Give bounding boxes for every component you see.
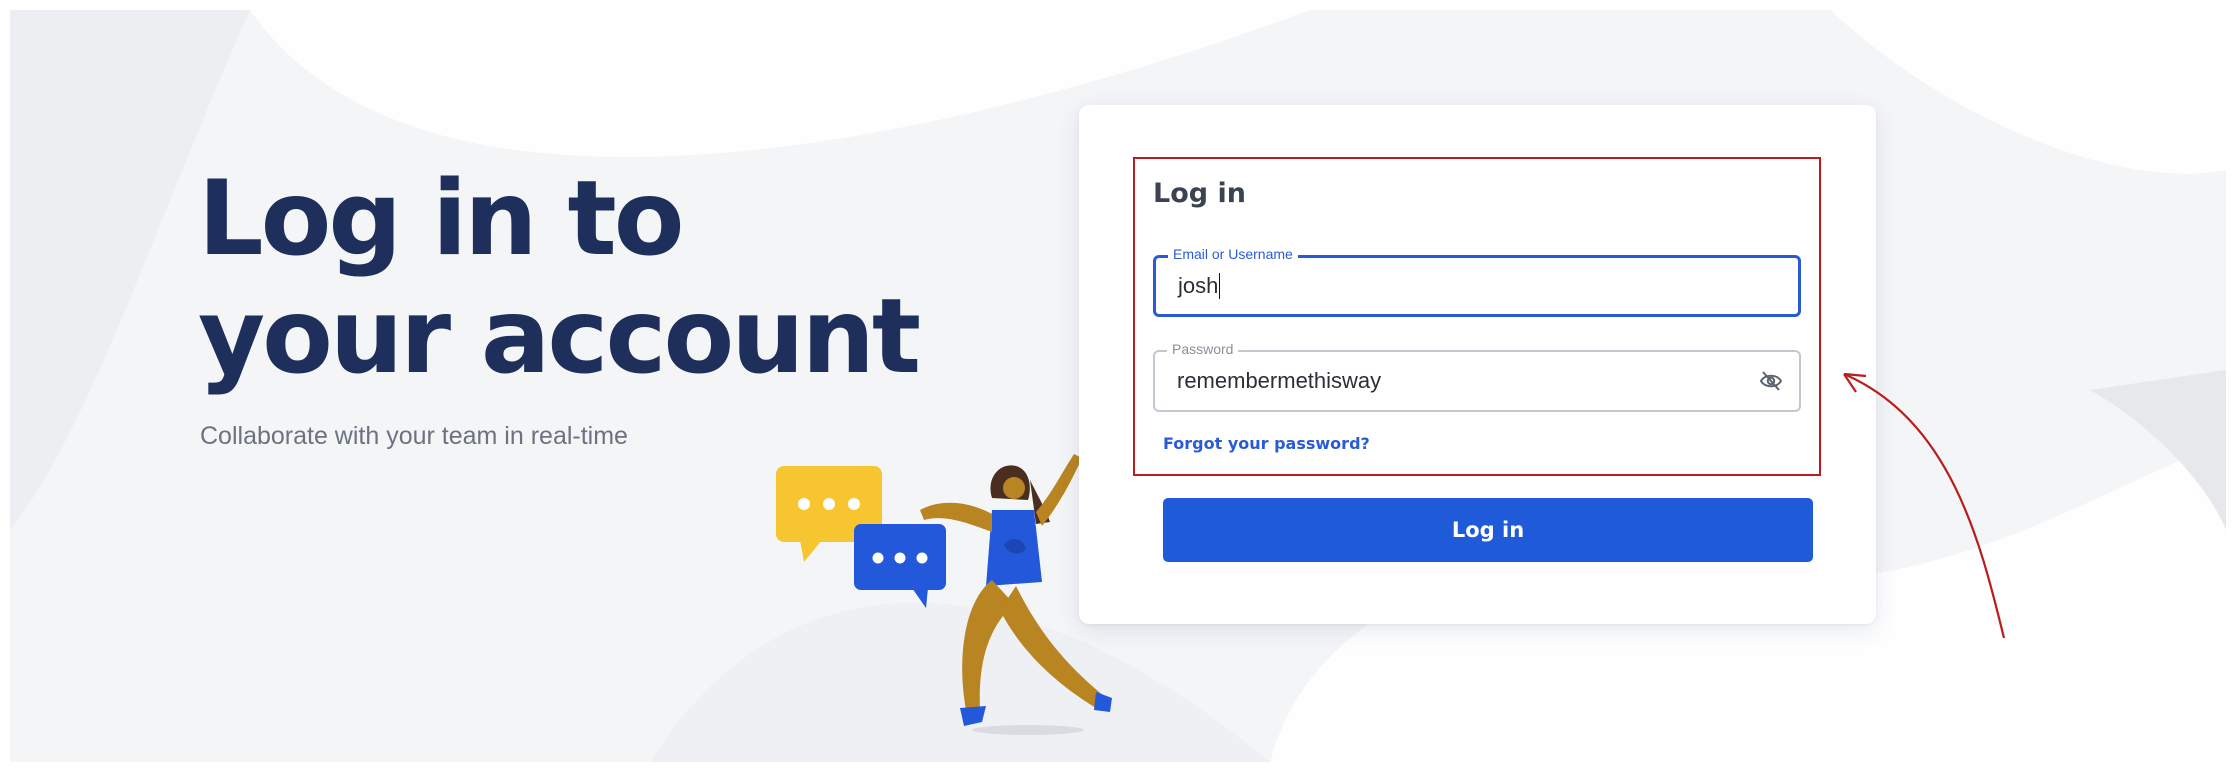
hero-subtitle: Collaborate with your team in real-time	[200, 422, 628, 450]
email-field[interactable]: Email or Username josh	[1153, 246, 1801, 317]
hero-title-line-1: Log in to	[198, 159, 684, 279]
hero-title: Log in to your account	[198, 159, 921, 397]
text-caret	[1219, 273, 1221, 299]
password-field[interactable]: Password remembermethisway	[1153, 341, 1801, 412]
login-heading: Log in	[1153, 178, 1246, 209]
eye-slash-icon[interactable]	[1759, 370, 1783, 392]
red-arrow-icon	[1843, 372, 2006, 639]
hero-title-line-2: your account	[198, 277, 921, 397]
email-input[interactable]: josh	[1178, 258, 1738, 314]
login-button[interactable]: Log in	[1163, 498, 1813, 562]
password-input[interactable]: remembermethisway	[1177, 352, 1737, 410]
email-input-value: josh	[1178, 273, 1219, 298]
forgot-password-link[interactable]: Forgot your password?	[1163, 434, 1370, 453]
chat-bubble-blue-icon	[854, 524, 946, 608]
